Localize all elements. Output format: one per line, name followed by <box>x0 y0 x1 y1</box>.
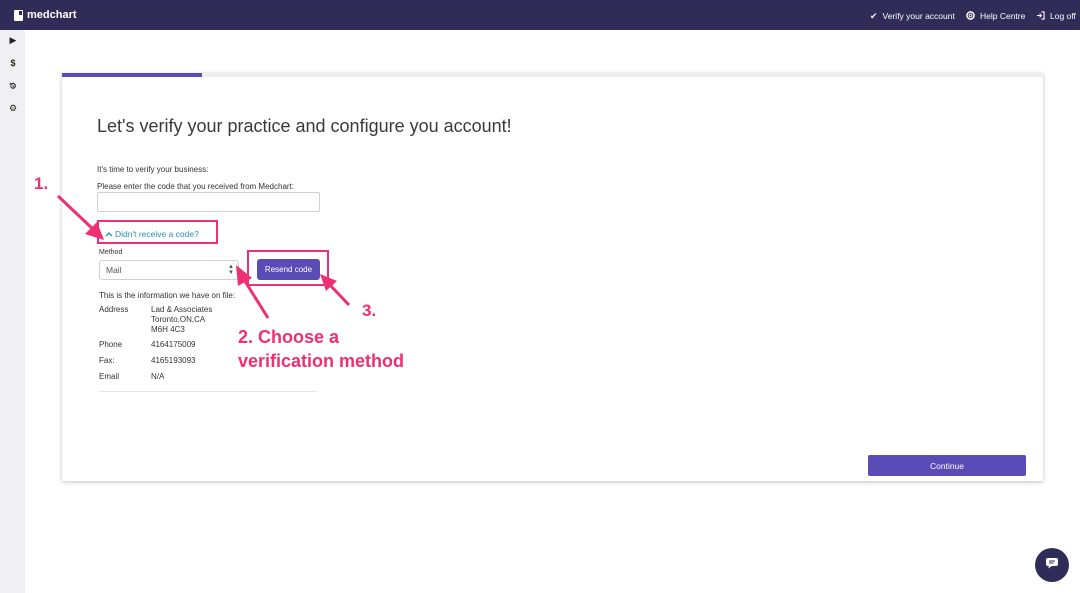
fax-label: Fax: <box>99 356 115 365</box>
verification-code-input[interactable] <box>97 192 320 212</box>
phone-label: Phone <box>99 340 123 349</box>
progress-track <box>62 73 1043 77</box>
play-icon[interactable]: ▶ <box>7 34 19 46</box>
method-selected-value: Mail <box>106 265 122 275</box>
info-heading: This is the information we have on file: <box>99 291 236 300</box>
nav-help-label: Help Centre <box>980 11 1026 21</box>
email-label: Email <box>99 372 120 381</box>
chat-bubble-icon <box>1045 556 1059 574</box>
address-line3: M6H 4C3 <box>151 325 185 334</box>
nav-log-off[interactable]: Log off <box>1036 10 1076 22</box>
annotation-box-1 <box>97 220 218 244</box>
address-line1: Lad & Associates <box>151 305 213 314</box>
nav-logoff-label: Log off <box>1050 11 1076 21</box>
nav-verify-label: Verify your account <box>882 11 955 21</box>
annotation-step-1: 1. <box>34 174 49 193</box>
dollar-icon[interactable]: $ <box>7 57 19 69</box>
phone-value: 4164175009 <box>151 340 196 349</box>
intro-text: It's time to verify your business: <box>97 165 209 174</box>
divider <box>99 391 317 392</box>
select-arrows-icon: ▲ ▼ <box>228 264 234 276</box>
email-value: N/A <box>151 372 165 381</box>
annotation-step-2-line1: 2. Choose a <box>238 327 340 347</box>
progress-fill <box>62 73 203 77</box>
verification-card: Let's verify your practice and configure… <box>62 73 1043 481</box>
address-label: Address <box>99 305 129 314</box>
annotation-box-3 <box>247 250 329 286</box>
lifebuoy-icon <box>966 10 975 22</box>
nav-verify-account[interactable]: ✔ Verify your account <box>870 10 955 22</box>
annotation-step-2-line2: verification method <box>238 351 405 371</box>
code-prompt-label: Please enter the code that you received … <box>97 182 294 191</box>
brand-logo[interactable]: medchart <box>14 8 77 22</box>
page-title: Let's verify your practice and configure… <box>97 116 512 136</box>
top-navbar: medchart ✔ Verify your account Help Cent… <box>0 0 1080 30</box>
gear-icon[interactable]: ⚙ <box>7 102 19 114</box>
checkmark-icon: ✔ <box>870 10 878 21</box>
address-line2: Toronto,ON,CA <box>151 315 206 324</box>
annotation-step-3: 3. <box>362 301 377 320</box>
nav-help-centre[interactable]: Help Centre <box>966 10 1025 22</box>
left-sidebar: ▶ $ ⚙ <box>0 30 25 593</box>
medchart-logo-icon <box>14 9 23 21</box>
fax-value: 4165193093 <box>151 356 196 365</box>
continue-button[interactable]: Continue <box>868 455 1026 476</box>
method-select[interactable]: Mail ▲ ▼ <box>99 260 239 280</box>
sign-out-icon <box>1036 10 1045 22</box>
chat-widget-button[interactable] <box>1035 548 1069 582</box>
method-label: Method <box>99 249 123 256</box>
history-icon[interactable] <box>7 80 19 92</box>
brand-name: medchart <box>27 9 77 21</box>
